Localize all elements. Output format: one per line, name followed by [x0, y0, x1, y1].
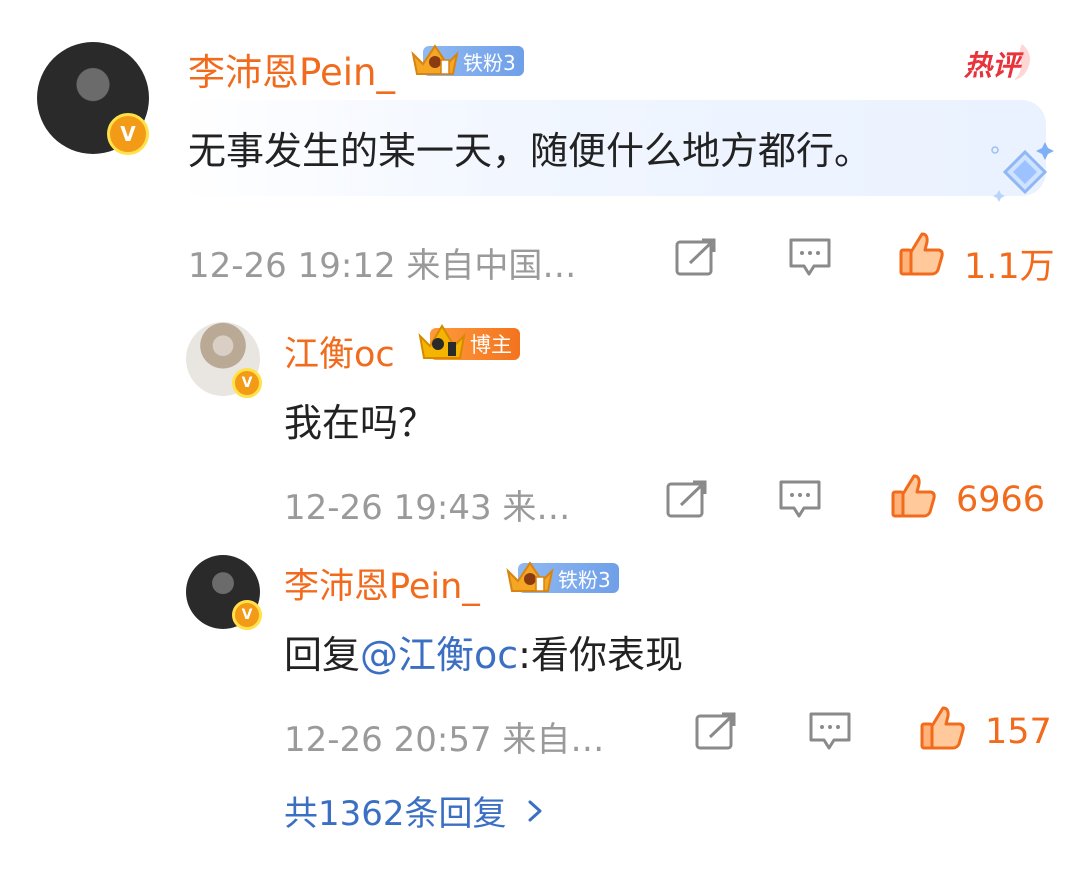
crown-icon: [411, 44, 459, 75]
mention-link[interactable]: @江衡oc: [360, 633, 518, 677]
fan-badge[interactable]: 铁粉3: [411, 44, 524, 76]
comment-icon[interactable]: [808, 711, 852, 753]
comment-author-name[interactable]: 李沛恩Pein_: [188, 42, 395, 96]
fan-badge[interactable]: 铁粉3: [506, 561, 619, 593]
share-icon[interactable]: [694, 711, 738, 751]
like-icon[interactable]: [898, 230, 946, 278]
hot-tag-label: 热评: [964, 49, 1021, 82]
more-replies-link[interactable]: 共1362条回复: [284, 786, 547, 835]
share-icon[interactable]: [674, 237, 718, 277]
reply-time-source: 12-26 19:43 来…: [284, 488, 571, 528]
like-count: 1.1万: [964, 247, 1055, 287]
comment-text[interactable]: 无事发生的某一天，随便什么地方都行。: [188, 120, 872, 175]
reply-author-name[interactable]: 李沛恩Pein_: [284, 558, 480, 609]
reply-prefix: 回复: [284, 633, 361, 677]
verified-badge: V: [107, 113, 149, 155]
like-icon[interactable]: [890, 472, 938, 520]
crown-icon: [418, 324, 466, 359]
hot-comment-tag: 热评: [962, 40, 1037, 84]
reply-time-source: 12-26 20:57 来自…: [284, 720, 605, 760]
like-count: 6966: [956, 480, 1046, 520]
verified-badge: V: [232, 368, 262, 398]
reply-text[interactable]: 我在吗？: [284, 392, 436, 447]
share-icon[interactable]: [665, 479, 709, 519]
comment-icon[interactable]: [778, 479, 822, 521]
reply-text[interactable]: 回复@江衡oc:看你表现: [284, 624, 683, 679]
comment-icon[interactable]: [788, 237, 832, 279]
chevron-right-icon: [528, 800, 542, 821]
more-replies-label: 共1362条回复: [284, 794, 507, 834]
host-badge: 博主: [418, 324, 520, 360]
reply-author-name[interactable]: 江衡oc: [284, 326, 395, 377]
crown-icon: [506, 561, 554, 592]
reply-body: :看你表现: [518, 633, 683, 677]
verified-badge: V: [232, 600, 262, 630]
like-icon[interactable]: [919, 704, 967, 752]
diamond-icon: [991, 142, 1054, 202]
comment-time-source: 12-26 19:12 来自中国…: [188, 246, 577, 286]
like-count: 157: [985, 712, 1052, 752]
